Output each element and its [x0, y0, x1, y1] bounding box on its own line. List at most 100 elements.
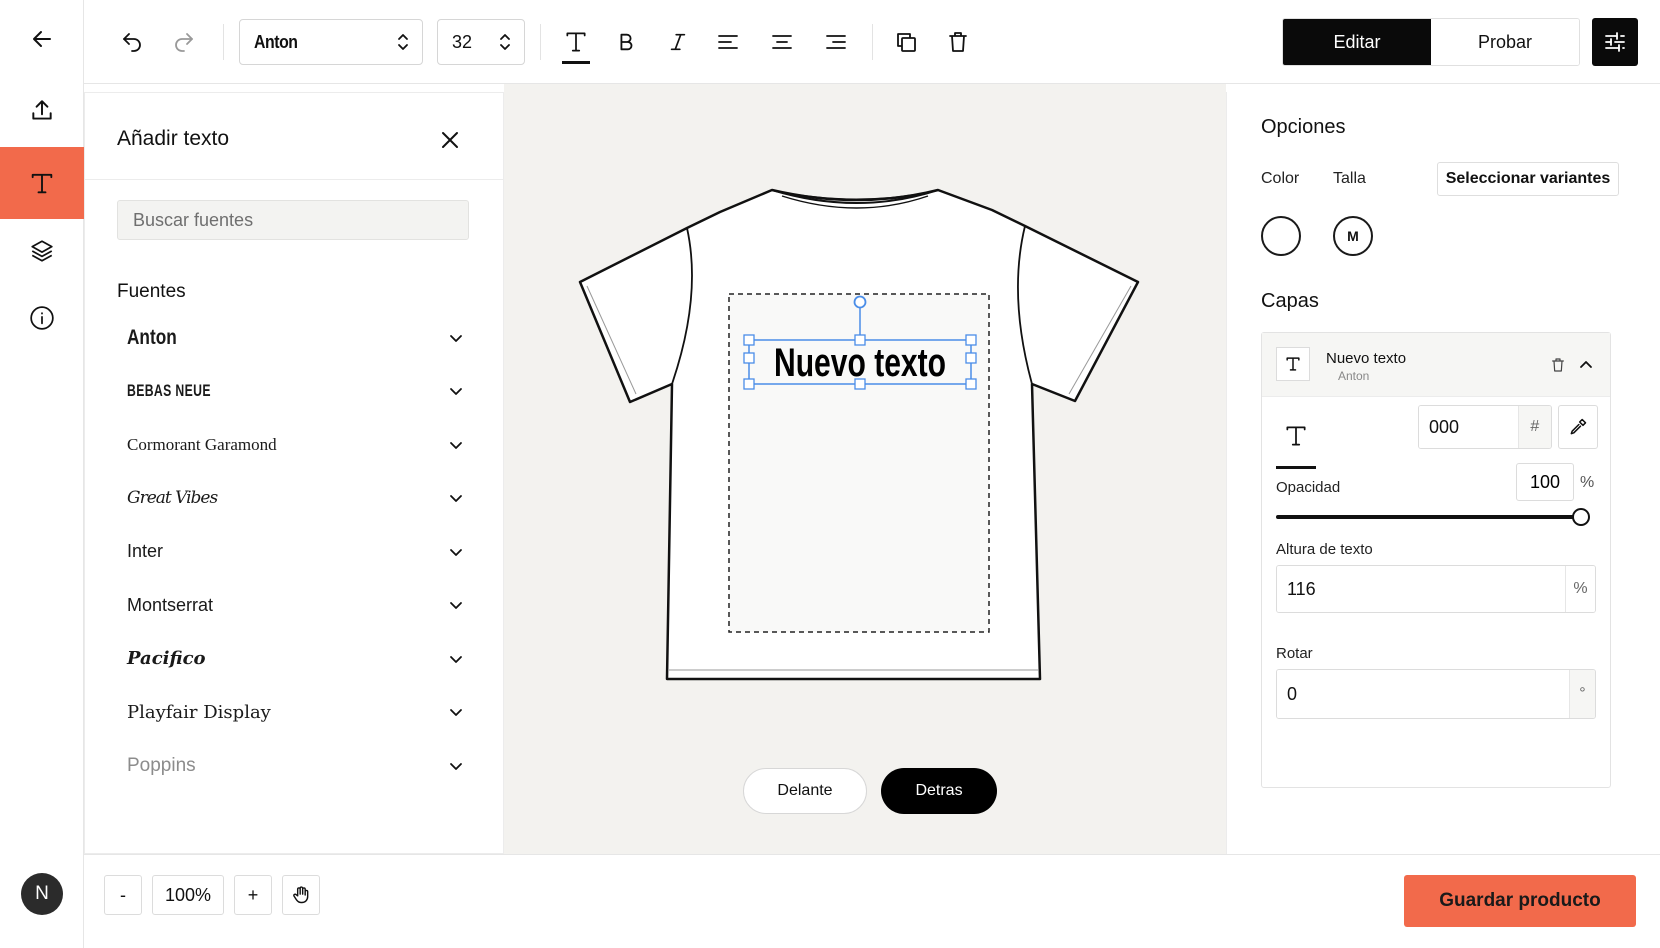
font-item-anton[interactable]: Anton [117, 311, 469, 365]
redo-button[interactable] [162, 20, 206, 64]
back-arrow-icon [33, 31, 51, 47]
layers-button[interactable] [0, 215, 84, 287]
rotate-input[interactable] [1277, 670, 1569, 718]
toolbar-divider [540, 24, 541, 60]
edit-mode-button[interactable]: Editar [1283, 19, 1431, 65]
font-item-label: Montserrat [127, 594, 214, 615]
font-item-playfair[interactable]: Playfair Display [117, 686, 469, 740]
opacity-percent: % [1580, 474, 1595, 491]
font-item-pacifico[interactable]: Pacifico [117, 632, 469, 686]
layers-title: Capas [1261, 290, 1319, 312]
front-side-button[interactable]: Delante [743, 768, 867, 814]
add-text-panel: Añadir texto Fuentes Anton Bebas Neue Corm… [84, 92, 504, 854]
close-panel-button[interactable] [435, 125, 465, 155]
tshirt-back-mockup: Nuevo texto [578, 188, 1140, 681]
back-button[interactable] [0, 3, 84, 75]
info-button[interactable] [0, 282, 84, 354]
chevron-down-icon [450, 762, 462, 770]
text-color-tool[interactable] [1276, 423, 1316, 469]
italic-button[interactable] [656, 20, 700, 64]
opacity-slider[interactable] [1276, 507, 1590, 527]
font-item-label: Playfair Display [127, 701, 271, 723]
font-item-label: Bebas Neue [127, 381, 211, 401]
font-item-label: Anton [127, 325, 177, 349]
font-item-label: Pacifico [127, 648, 206, 670]
hand-icon [293, 886, 309, 904]
zoom-out-button[interactable]: - [104, 875, 142, 915]
font-search-input[interactable] [117, 200, 469, 240]
font-item-montserrat[interactable]: Montserrat [117, 579, 469, 633]
font-item-bebas[interactable]: Bebas Neue [117, 365, 469, 419]
layer-header[interactable]: Nuevo texto Anton [1262, 333, 1610, 397]
mode-toggle: Editar Probar [1282, 18, 1580, 66]
font-item-label: Great Vibes [127, 488, 218, 509]
undo-button[interactable] [110, 20, 154, 64]
collapse-layer-button[interactable] [1576, 355, 1596, 375]
align-center-icon [772, 35, 792, 49]
upload-button[interactable] [0, 75, 84, 147]
text-height-label: Altura de texto [1276, 541, 1373, 558]
align-left-button[interactable] [706, 20, 750, 64]
align-right-button[interactable] [814, 20, 858, 64]
save-product-button[interactable]: Guardar producto [1404, 875, 1636, 927]
text-style-icon [1286, 426, 1306, 446]
upload-icon [32, 100, 52, 120]
font-item-garamond[interactable]: Cormorant Garamond [117, 418, 469, 472]
avatar[interactable]: N [21, 873, 63, 915]
zoom-in-button[interactable]: + [234, 875, 272, 915]
slider-thumb[interactable] [1572, 508, 1590, 526]
chevron-up-icon [1580, 361, 1592, 368]
text-height-input[interactable] [1277, 566, 1565, 612]
font-item-great[interactable]: Great Vibes [117, 472, 469, 526]
chevron-down-icon [450, 709, 462, 717]
font-select[interactable]: Anton [239, 19, 423, 65]
settings-toggle-button[interactable] [1592, 18, 1638, 66]
font-item-inter[interactable]: Inter [117, 525, 469, 579]
panel-title: Añadir texto [117, 127, 230, 150]
chevron-down-icon [450, 602, 462, 610]
text-height-field: % [1276, 565, 1596, 613]
rotate-label: Rotar [1276, 645, 1313, 662]
updown-chevron-icon [398, 34, 408, 50]
top-toolbar: Anton 32 Editar Probar [84, 0, 1660, 84]
italic-icon [670, 33, 686, 51]
font-item-poppins[interactable]: Poppins [117, 739, 469, 793]
eyedropper-icon [1570, 418, 1587, 435]
zoom-level[interactable]: 100% [152, 875, 224, 915]
font-list: Anton Bebas Neue Cormorant Garamond Great V… [117, 311, 469, 793]
font-size-value: 32 [452, 31, 473, 52]
delete-layer-button[interactable] [1548, 355, 1568, 375]
sliders-icon [1605, 32, 1625, 52]
rotate-field: ° [1276, 669, 1596, 719]
font-item-label: Cormorant Garamond [127, 434, 277, 454]
back-side-button[interactable]: Detras [881, 768, 997, 814]
text-color-button[interactable] [554, 20, 598, 64]
hex-color-input[interactable] [1419, 406, 1518, 448]
layer-name: Nuevo texto [1326, 350, 1407, 367]
design-canvas[interactable]: Nuevo texto Delante Detras [504, 84, 1226, 854]
layers-icon [31, 240, 53, 262]
toolbar-divider [223, 24, 224, 60]
align-right-icon [826, 35, 846, 49]
delete-button[interactable] [936, 20, 980, 64]
chevron-down-icon [450, 495, 462, 503]
bold-button[interactable] [604, 20, 648, 64]
duplicate-button[interactable] [884, 20, 928, 64]
pan-tool-button[interactable] [282, 875, 320, 915]
font-size-select[interactable]: 32 [437, 19, 525, 65]
options-panel: Opciones Color Talla Seleccionar variant… [1226, 92, 1626, 854]
toolbar-divider [872, 24, 873, 60]
chevron-down-icon [450, 548, 462, 556]
color-swatch-white[interactable] [1261, 216, 1301, 256]
eyedropper-button[interactable] [1558, 405, 1598, 449]
hex-color-field: # [1418, 405, 1552, 449]
updown-chevron-icon [500, 34, 510, 50]
layer-font: Anton [1338, 369, 1370, 383]
try-mode-button[interactable]: Probar [1431, 19, 1579, 65]
size-option-m[interactable]: M [1333, 216, 1373, 256]
align-center-button[interactable] [760, 20, 804, 64]
left-rail: N [0, 0, 84, 948]
select-variants-button[interactable]: Seleccionar variantes [1437, 162, 1619, 196]
text-tool-button[interactable] [0, 147, 84, 219]
opacity-input[interactable] [1516, 463, 1574, 501]
